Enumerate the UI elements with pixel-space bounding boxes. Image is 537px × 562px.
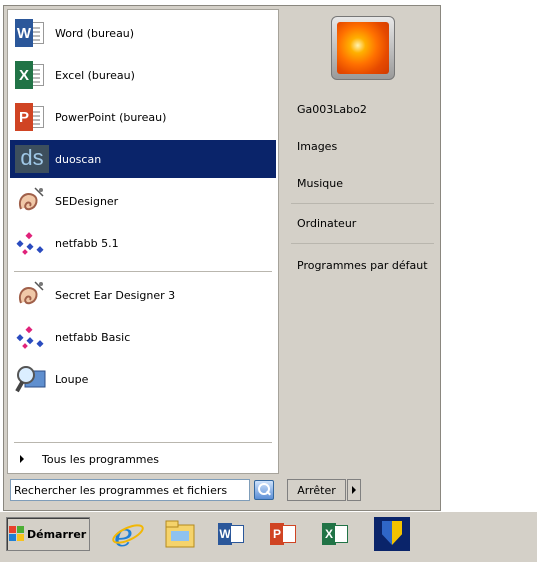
duoscan-icon: ds <box>15 143 49 175</box>
right-item-user[interactable]: Ga003Labo2 <box>297 103 367 116</box>
word-icon[interactable]: W <box>214 517 250 551</box>
taskbar: Démarrer e W P X <box>0 511 537 562</box>
shutdown-options-button[interactable] <box>347 479 361 501</box>
program-label: duoscan <box>55 152 102 166</box>
excel-icon: X <box>15 59 47 91</box>
program-label: netfabb Basic <box>55 330 131 344</box>
right-item-music[interactable]: Musique <box>297 177 343 190</box>
program-label: PowerPoint (bureau) <box>55 110 167 124</box>
internet-explorer-icon[interactable]: e <box>110 516 146 554</box>
program-sedesigner[interactable]: SEDesigner <box>10 182 276 220</box>
all-programs-button[interactable]: Tous les programmes <box>10 446 276 472</box>
word-icon: W <box>15 17 47 49</box>
start-button[interactable]: Démarrer <box>6 517 90 551</box>
security-shield-icon[interactable] <box>374 517 410 551</box>
separator <box>14 271 272 272</box>
start-label: Démarrer <box>27 527 87 541</box>
shutdown-button[interactable]: Arrêter <box>287 479 346 501</box>
separator <box>14 442 272 443</box>
program-label: Secret Ear Designer 3 <box>55 288 176 302</box>
program-label: SEDesigner <box>55 194 119 208</box>
user-picture[interactable] <box>331 16 395 80</box>
shutdown-label: Arrêter <box>297 483 336 497</box>
program-secret-ear-designer[interactable]: Secret Ear Designer 3 <box>10 276 276 314</box>
secret-ear-designer-icon <box>15 279 47 311</box>
sedesigner-icon <box>15 185 47 217</box>
separator <box>291 203 434 204</box>
program-powerpoint[interactable]: P PowerPoint (bureau) <box>10 98 276 136</box>
program-label: Loupe <box>55 372 89 386</box>
all-programs-label: Tous les programmes <box>42 452 159 466</box>
program-label: netfabb 5.1 <box>55 236 119 250</box>
powerpoint-icon: P <box>15 101 47 133</box>
start-menu: W Word (bureau) X Excel (bureau) P Power… <box>3 5 441 511</box>
file-explorer-icon[interactable] <box>162 517 198 551</box>
search-button[interactable] <box>254 480 274 500</box>
program-excel[interactable]: X Excel (bureau) <box>10 56 276 94</box>
right-item-images[interactable]: Images <box>297 140 337 153</box>
program-duoscan[interactable]: ds duoscan <box>10 140 276 178</box>
program-label: Word (bureau) <box>55 26 135 40</box>
program-label: Excel (bureau) <box>55 68 135 82</box>
magnifier-icon <box>15 363 47 395</box>
right-pane: Ga003Labo2 Images Musique Ordinateur Pro… <box>283 6 440 510</box>
netfabb-icon <box>15 227 47 259</box>
program-word[interactable]: W Word (bureau) <box>10 14 276 52</box>
arrow-right-icon <box>20 455 24 463</box>
powerpoint-icon[interactable]: P <box>266 517 302 551</box>
excel-icon[interactable]: X <box>318 517 354 551</box>
programs-pane: W Word (bureau) X Excel (bureau) P Power… <box>7 9 279 474</box>
windows-flag-icon <box>9 526 25 542</box>
netfabb-basic-icon <box>15 321 47 353</box>
program-netfabb-basic[interactable]: netfabb Basic <box>10 318 276 356</box>
right-item-default-programs[interactable]: Programmes par défaut <box>297 259 428 272</box>
program-loupe[interactable]: Loupe <box>10 360 276 398</box>
search-input[interactable] <box>14 483 249 497</box>
search-box[interactable] <box>10 479 250 501</box>
separator <box>291 243 434 244</box>
program-netfabb-51[interactable]: netfabb 5.1 <box>10 224 276 262</box>
flower-avatar-icon <box>337 22 389 74</box>
right-item-computer[interactable]: Ordinateur <box>297 217 356 230</box>
